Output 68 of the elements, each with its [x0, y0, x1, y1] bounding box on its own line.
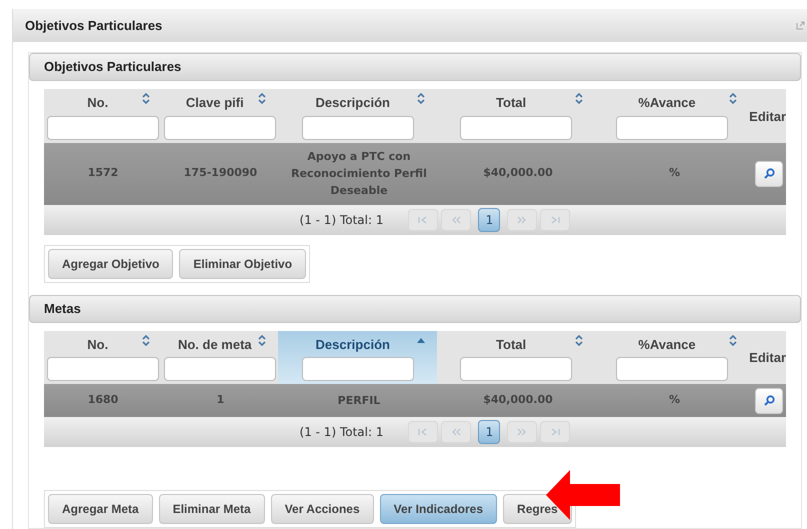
sort-icon — [258, 334, 266, 346]
filter-field[interactable] — [302, 116, 414, 140]
table-cell-text: $40,000.00 — [483, 392, 553, 408]
action-button[interactable]: Ver Indicadores — [380, 494, 498, 524]
last-page-icon[interactable] — [540, 421, 570, 443]
filter-field[interactable] — [46, 357, 159, 381]
column-header[interactable]: %Avance — [594, 89, 750, 142]
column-header: Editar — [749, 349, 786, 367]
sort-icon — [417, 93, 426, 104]
popout-icon[interactable] — [796, 21, 805, 30]
search-icon — [764, 168, 774, 179]
column-header[interactable]: Total — [437, 330, 595, 384]
filter-field[interactable] — [164, 116, 276, 140]
filter-field[interactable] — [46, 116, 159, 140]
table-cell-text: $40,000.00 — [483, 165, 553, 182]
column-header[interactable]: Clave pifi — [162, 89, 278, 142]
table-cell-text: 1572 — [88, 165, 118, 182]
sort-ascending-icon — [417, 338, 426, 342]
section-header: Objetivos Particulares — [29, 53, 801, 81]
paginator-summary: (1 - 1) Total: 1 — [300, 424, 384, 441]
next-page-icon[interactable] — [507, 421, 538, 443]
filter-field[interactable] — [616, 357, 728, 381]
table-cell-text: 1 — [216, 392, 224, 408]
page-button[interactable]: 1 — [478, 420, 500, 444]
search-icon — [764, 395, 774, 406]
filter-field[interactable] — [616, 116, 728, 140]
column-header[interactable]: Descripción — [278, 89, 438, 142]
sort-icon — [574, 334, 583, 346]
previous-page-icon[interactable] — [441, 208, 472, 230]
action-button[interactable]: Agregar Meta — [48, 494, 153, 524]
table-cell-text: Apoyo a PTC con Reconocimiento Perfil Deseable — [290, 149, 428, 199]
action-button[interactable]: Agregar Objetivo — [48, 248, 174, 278]
filter-field[interactable] — [460, 357, 572, 381]
table-cell-text: 175-190090 — [184, 165, 258, 182]
first-page-icon[interactable] — [408, 421, 438, 443]
filter-field[interactable] — [164, 357, 276, 381]
action-button[interactable]: Ver Acciones — [270, 494, 374, 524]
column-header[interactable]: %Avance — [594, 330, 750, 384]
sort-icon — [258, 93, 266, 104]
first-page-icon[interactable] — [408, 208, 438, 230]
sort-icon — [729, 93, 738, 104]
sort-icon — [729, 334, 738, 346]
action-button[interactable]: Eliminar Meta — [158, 494, 265, 524]
sort-icon — [142, 334, 150, 346]
search-button[interactable] — [755, 160, 783, 186]
column-header[interactable]: No. de meta — [162, 330, 278, 384]
table-cell-text: % — [668, 165, 680, 182]
column-header: Editar — [749, 108, 786, 126]
search-button[interactable] — [755, 388, 783, 414]
table-cell-text: % — [668, 392, 680, 408]
previous-page-icon[interactable] — [441, 421, 472, 443]
sort-icon — [142, 93, 150, 104]
section-header: Metas — [29, 294, 801, 322]
next-page-icon[interactable] — [507, 208, 538, 230]
filter-field[interactable] — [302, 357, 414, 381]
column-header[interactable]: No. — [44, 330, 162, 384]
sort-icon — [574, 93, 583, 104]
action-button[interactable]: Eliminar Objetivo — [179, 248, 306, 278]
column-header[interactable]: No. — [44, 89, 162, 142]
column-header[interactable]: Total — [437, 89, 595, 142]
column-header[interactable]: Descripción — [278, 330, 438, 384]
table-cell-text: PERFIL — [336, 393, 382, 409]
last-page-icon[interactable] — [540, 208, 570, 230]
filter-field[interactable] — [460, 116, 572, 140]
window-title: Objetivos Particulares — [25, 16, 164, 35]
table-cell-text: 1680 — [88, 392, 118, 408]
paginator-summary: (1 - 1) Total: 1 — [300, 212, 384, 228]
page-button[interactable]: 1 — [478, 208, 500, 232]
